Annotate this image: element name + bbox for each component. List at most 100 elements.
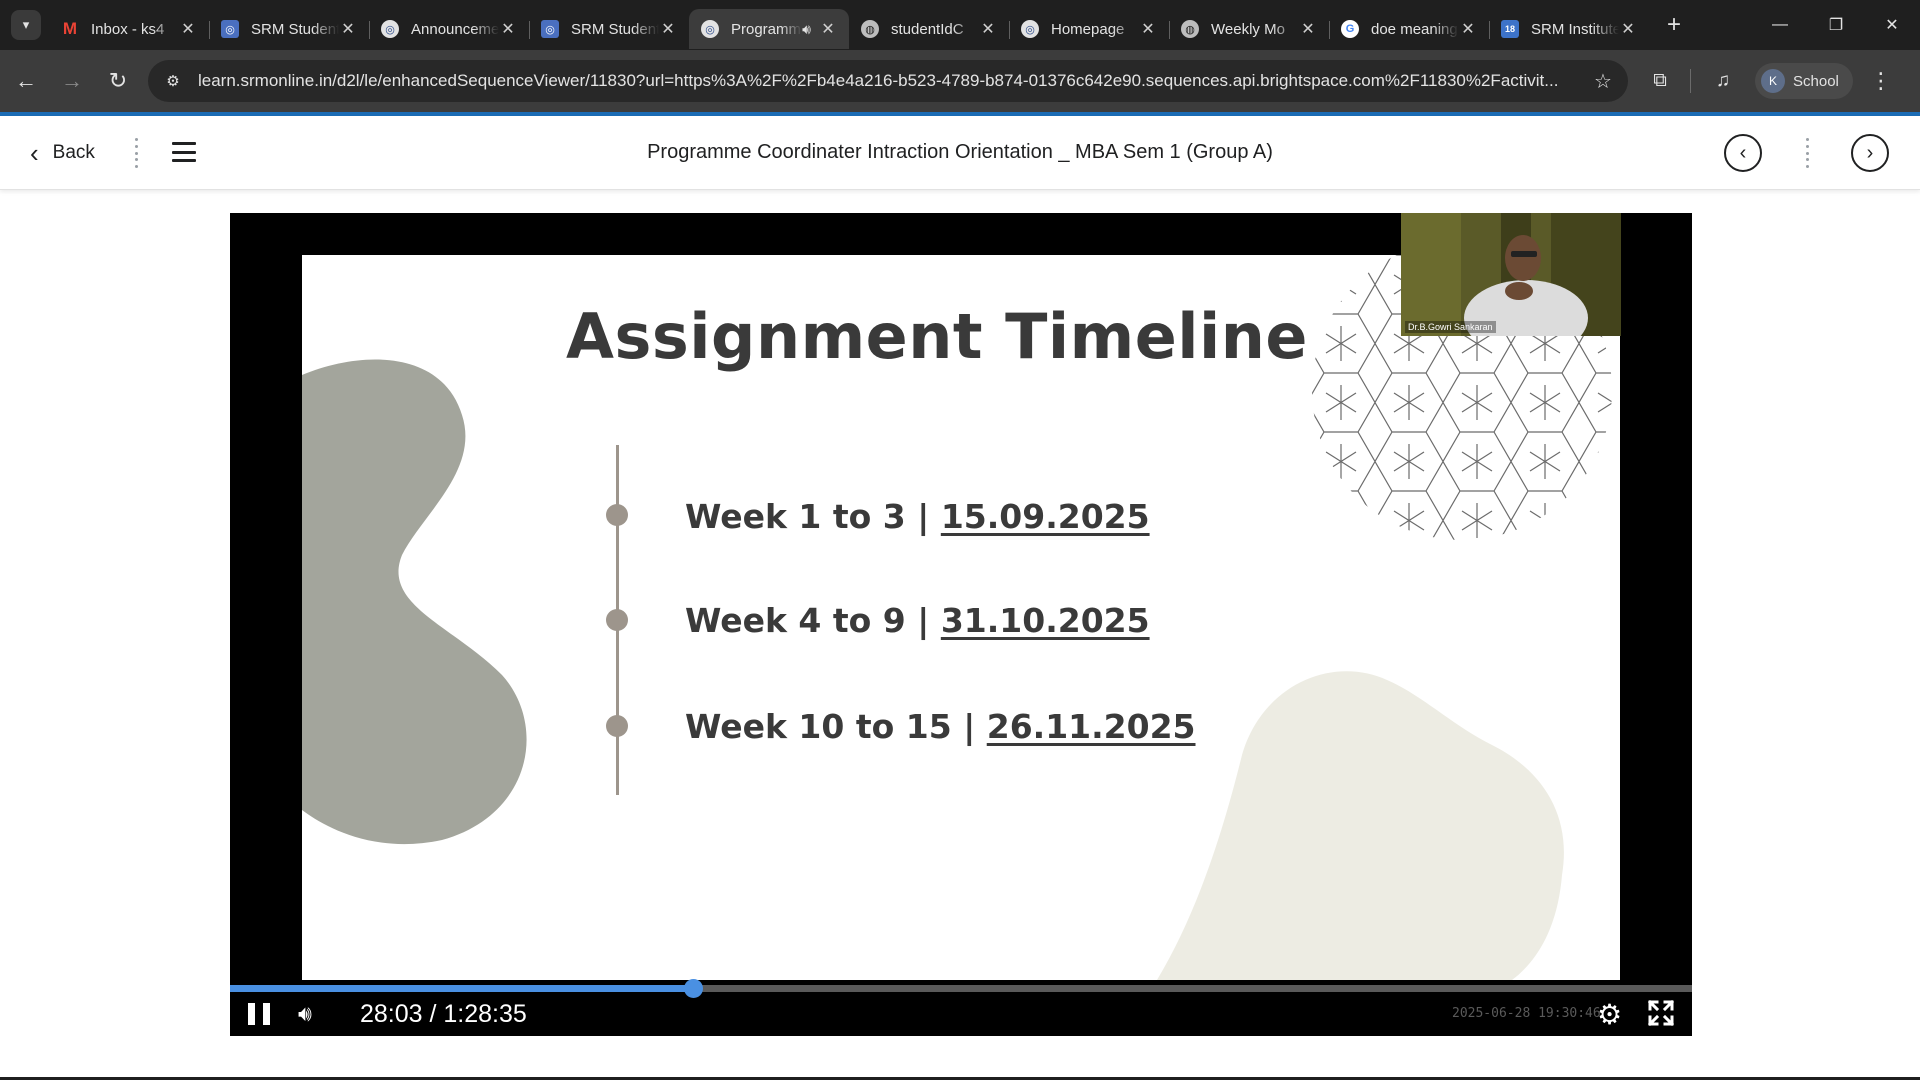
globe-icon: ◍	[861, 20, 879, 38]
video-player[interactable]: Assignment Timeline Week 1 to 3 | 15.09.…	[230, 213, 1692, 1036]
d2l-circle-icon: ◎	[701, 20, 719, 38]
address-bar[interactable]: ⚙ learn.srmonline.in/d2l/le/enhancedSequ…	[148, 60, 1628, 102]
tab-search-button[interactable]: ▾	[11, 10, 41, 40]
timeline-dot	[606, 609, 628, 631]
browser-toolbar: ← → ↻ ⚙ learn.srmonline.in/d2l/le/enhanc…	[0, 50, 1920, 112]
tab-title: Homepage	[1051, 20, 1125, 38]
divider-dots-icon	[1805, 138, 1809, 168]
tab-close-icon[interactable]: ✕	[339, 19, 357, 39]
chevron-left-icon: ‹	[1739, 141, 1747, 164]
google-icon: G	[1341, 20, 1359, 38]
d2l-circle-icon: ◎	[381, 20, 399, 38]
tab-title: studentIdC	[891, 20, 964, 38]
tab-title: doe meaning	[1371, 20, 1458, 38]
browser-tab[interactable]: G doe meaning ✕	[1329, 9, 1489, 49]
back-label: Back	[52, 141, 95, 163]
srm-icon: 18	[1501, 20, 1519, 38]
browser-tab[interactable]: ◍ studentIdC ✕	[849, 9, 1009, 49]
avatar: K	[1761, 69, 1785, 93]
tab-close-icon[interactable]: ✕	[1459, 19, 1477, 39]
url-text[interactable]: learn.srmonline.in/d2l/le/enhancedSequen…	[198, 71, 1588, 91]
close-window-button[interactable]: ✕	[1864, 0, 1920, 50]
page-title: Programme Coordinater Intraction Orienta…	[647, 141, 1273, 163]
presentation-slide: Assignment Timeline Week 1 to 3 | 15.09.…	[302, 255, 1620, 980]
profile-button[interactable]: K School	[1755, 63, 1853, 99]
timeline-dot	[606, 715, 628, 737]
slide-title: Assignment Timeline	[566, 300, 1308, 373]
browser-tab[interactable]: ◎ Homepage ✕	[1009, 9, 1169, 49]
time-display: 28:03 / 1:28:35	[360, 999, 527, 1028]
timeline-weeks: Week 10 to 15	[685, 707, 952, 746]
tab-close-icon[interactable]: ✕	[819, 19, 837, 39]
reload-icon: ↻	[108, 68, 128, 93]
fullscreen-icon[interactable]	[1648, 1000, 1674, 1026]
extensions-icon[interactable]: ⧉	[1640, 61, 1680, 101]
previous-activity-button[interactable]: ‹	[1724, 134, 1762, 172]
tab-close-icon[interactable]: ✕	[1299, 19, 1317, 39]
tab-title: Programme	[731, 20, 803, 38]
arrow-right-icon: →	[61, 68, 83, 93]
reload-button[interactable]: ↻	[98, 61, 138, 101]
next-activity-button[interactable]: ›	[1851, 134, 1889, 172]
chevron-right-icon: ›	[1866, 141, 1874, 164]
presenter-video-frame	[1401, 213, 1621, 336]
new-tab-button[interactable]: +	[1659, 10, 1689, 40]
timeline-item: Week 1 to 3 | 15.09.2025	[685, 497, 1150, 536]
presenter-webcam: Dr.B.Gowri Sankaran	[1401, 213, 1621, 336]
d2l-icon: ◎	[221, 20, 239, 38]
browser-menu-icon[interactable]: ⋮	[1861, 61, 1901, 101]
browser-tab[interactable]: ◍ Weekly Mo ✕	[1169, 9, 1329, 49]
tab-title: SRM Institute	[1531, 20, 1619, 38]
browser-tab[interactable]: ◎ SRM Student ✕	[529, 9, 689, 49]
tab-title: Inbox - ks4	[91, 20, 165, 38]
browser-tab[interactable]: ◎ SRM Student ✕	[209, 9, 369, 49]
timeline-weeks: Week 4 to 9	[685, 601, 906, 640]
browser-tab[interactable]: ◎ Announcements ✕	[369, 9, 529, 49]
globe-icon: ◍	[1181, 20, 1199, 38]
chevron-down-icon: ▾	[22, 17, 30, 32]
tab-close-icon[interactable]: ✕	[979, 19, 997, 39]
seek-bar[interactable]	[230, 979, 1692, 998]
d2l-circle-icon: ◎	[1021, 20, 1039, 38]
hamburger-menu-icon[interactable]	[172, 142, 196, 162]
timeline-weeks: Week 1 to 3	[685, 497, 906, 536]
timeline-item: Week 4 to 9 | 31.10.2025	[685, 601, 1150, 640]
browser-tab-active[interactable]: ◎ Programme 🔊︎ ✕	[689, 9, 849, 49]
back-button[interactable]: ‹ Back	[30, 140, 95, 166]
timeline-separator: |	[951, 707, 987, 746]
tab-title: SRM Student	[571, 20, 659, 38]
timeline-separator: |	[905, 601, 941, 640]
timeline-separator: |	[905, 497, 941, 536]
volume-icon[interactable]: 🔊︎	[298, 1001, 324, 1027]
timeline-dot	[606, 504, 628, 526]
browser-tab[interactable]: 18 SRM Institute ✕	[1489, 9, 1649, 49]
presenter-name-label: Dr.B.Gowri Sankaran	[1405, 321, 1496, 333]
d2l-icon: ◎	[541, 20, 559, 38]
media-controls-icon[interactable]: ♫	[1703, 61, 1743, 101]
tab-close-icon[interactable]: ✕	[659, 19, 677, 39]
close-icon: ✕	[1885, 17, 1899, 34]
tab-close-icon[interactable]: ✕	[499, 19, 517, 39]
pause-button[interactable]	[248, 1003, 270, 1025]
bookmark-star-icon[interactable]: ☆	[1588, 69, 1618, 94]
timeline-date: 15.09.2025	[940, 497, 1150, 536]
window-controls: — ❐ ✕	[1752, 0, 1920, 50]
settings-gear-icon[interactable]: ⚙	[1597, 998, 1622, 1031]
tab-title: Announcements	[411, 20, 499, 38]
tab-close-icon[interactable]: ✕	[1619, 19, 1637, 39]
chevron-left-icon: ‹	[30, 137, 39, 168]
back-nav-button[interactable]: ←	[6, 61, 46, 101]
sequence-viewer-header: ‹ Back Programme Coordinater Intraction …	[0, 116, 1920, 190]
browser-tab[interactable]: M Inbox - ks4 ✕	[49, 9, 209, 49]
arrow-left-icon: ←	[15, 68, 37, 93]
site-info-icon[interactable]: ⚙	[158, 66, 188, 96]
tab-close-icon[interactable]: ✕	[1139, 19, 1157, 39]
forward-nav-button[interactable]: →	[52, 61, 92, 101]
minimize-button[interactable]: —	[1752, 0, 1808, 50]
divider-dots-icon	[134, 138, 138, 168]
restore-icon: ❐	[1828, 17, 1844, 34]
tab-close-icon[interactable]: ✕	[179, 19, 197, 39]
speaker-icon[interactable]: 🔊︎	[802, 21, 811, 38]
toolbar-divider	[1690, 69, 1691, 93]
restore-button[interactable]: ❐	[1808, 0, 1864, 50]
